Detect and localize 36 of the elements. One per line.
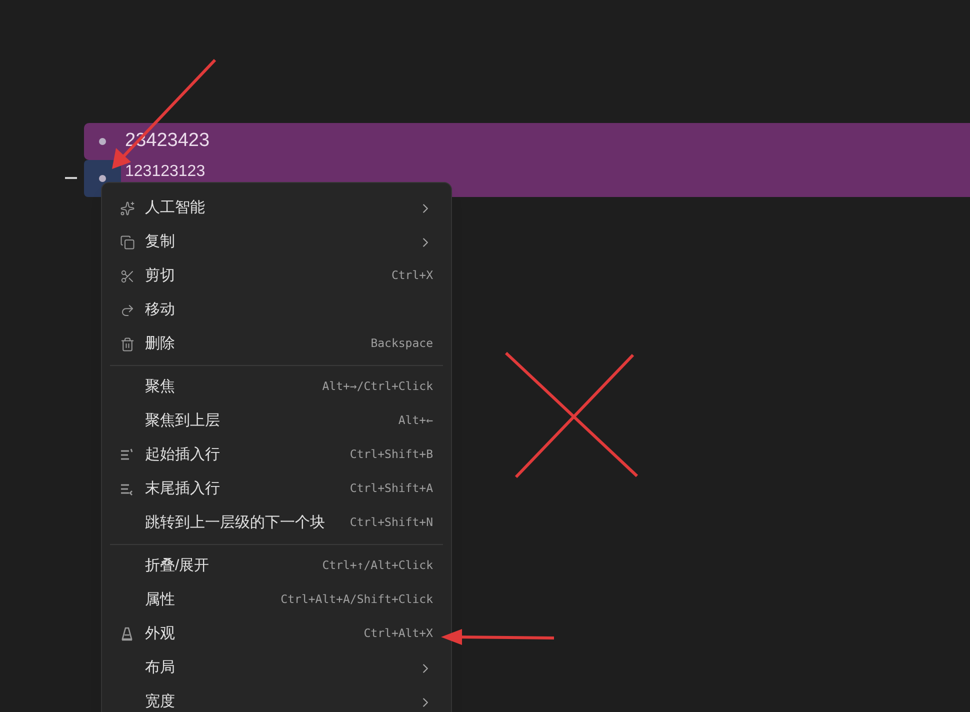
menu-item[interactable]: 起始插入行 Ctrl+Shift+B — [110, 438, 443, 472]
shortcut-text: Ctrl+X — [391, 267, 433, 284]
shortcut-text: Ctrl+Shift+N — [350, 514, 433, 532]
shortcut-text: Ctrl+Shift+B — [350, 446, 433, 464]
menu-item[interactable]: 属性 Ctrl+Alt+A/Shift+Click — [110, 583, 443, 617]
menu-item[interactable]: 折叠/展开 Ctrl+↑/Alt+Click — [110, 549, 443, 583]
trash-icon — [120, 336, 134, 352]
shortcut-text: Ctrl+Alt+A/Shift+Click — [280, 591, 433, 608]
menu-item[interactable]: 布局 — [110, 651, 443, 685]
lines-icon — [120, 448, 134, 462]
menu-item[interactable]: 宽度 — [110, 685, 443, 712]
sparkles-icon — [120, 200, 134, 216]
shortcut-text: Alt+← — [398, 412, 433, 430]
menu-item[interactable]: 复制 — [110, 225, 443, 259]
shortcut-text: Ctrl+Shift+A — [350, 480, 433, 498]
menu-item[interactable]: 聚焦到上层 Alt+← — [110, 404, 443, 438]
cone-icon — [121, 627, 133, 641]
lines-icon — [120, 482, 134, 496]
arrow-icon — [120, 302, 134, 318]
copy-icon — [120, 234, 134, 250]
menu-item[interactable]: 聚焦 Alt+→/Ctrl+Click — [110, 370, 443, 404]
menu-item[interactable]: 末尾插入行 Ctrl+Shift+A — [110, 472, 443, 506]
scissors-icon — [120, 268, 134, 284]
shortcut-text: Ctrl+Alt+X — [364, 625, 433, 642]
menu-item[interactable]: 跳转到上一层级的下一个块 Ctrl+Shift+N — [110, 506, 443, 540]
menu-item[interactable]: 外观 Ctrl+Alt+X — [110, 617, 443, 651]
menu-item[interactable]: 人工智能 — [110, 191, 443, 225]
block-text: 123123123 — [125, 163, 206, 180]
shortcut-text: Alt+→/Ctrl+Click — [322, 378, 433, 396]
block-bullet[interactable] — [84, 123, 121, 160]
drag-handle-icon[interactable] — [65, 177, 77, 179]
shortcut-text: Backspace — [370, 335, 433, 352]
menu-item[interactable]: 移动 — [110, 293, 443, 327]
menu-item[interactable]: 剪切 Ctrl+X — [110, 259, 443, 293]
shortcut-text: Ctrl+↑/Alt+Click — [322, 557, 433, 574]
menu-item[interactable]: 删除 Backspace — [110, 327, 443, 361]
